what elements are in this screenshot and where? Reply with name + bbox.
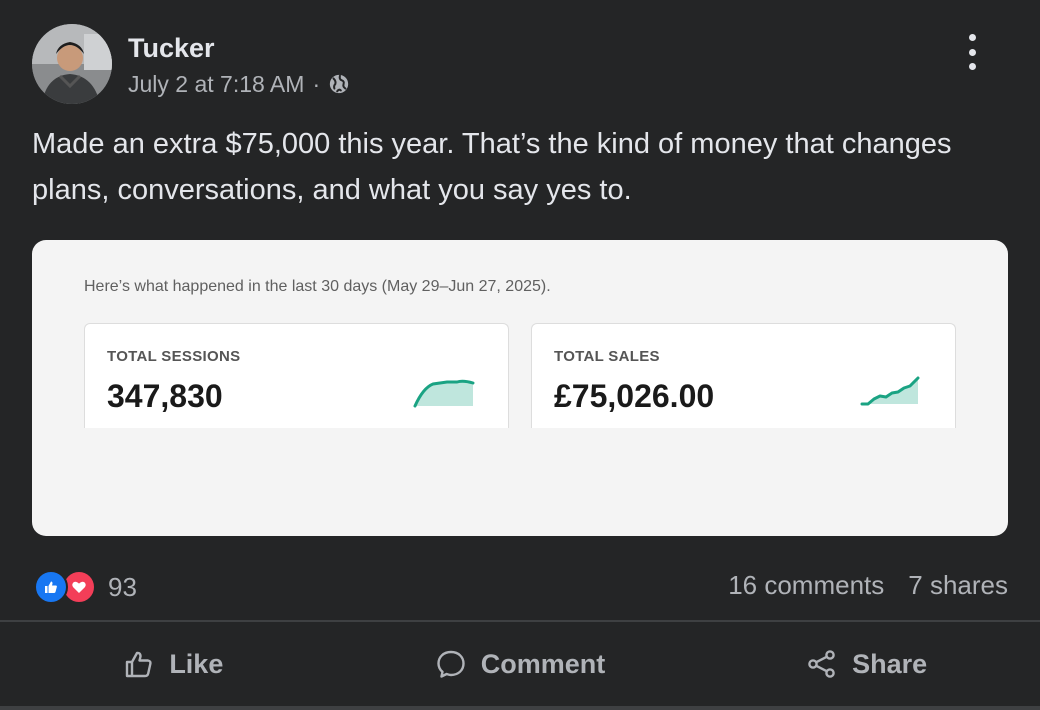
sparkline-area-icon bbox=[860, 376, 920, 406]
like-icon bbox=[34, 570, 68, 604]
share-button[interactable]: Share bbox=[693, 622, 1040, 706]
post-image[interactable]: Here’s what happened in the last 30 days… bbox=[32, 240, 1008, 536]
author-avatar[interactable] bbox=[32, 24, 112, 104]
more-options-dot bbox=[968, 63, 976, 70]
engagement-counts: 16 comments 7 shares bbox=[728, 570, 1008, 601]
comment-button[interactable]: Comment bbox=[347, 622, 694, 706]
card-caption: Here’s what happened in the last 30 days… bbox=[84, 278, 551, 295]
post-meta: July 2 at 7:18 AM · bbox=[128, 70, 350, 98]
stat-card-sales: TOTAL SALES £75,026.00 bbox=[531, 323, 956, 428]
globe-icon bbox=[329, 74, 349, 94]
divider bbox=[0, 706, 1040, 710]
comments-count[interactable]: 16 comments bbox=[728, 570, 884, 601]
shares-count[interactable]: 7 shares bbox=[908, 570, 1008, 601]
post-action-bar: Like Comment Share bbox=[0, 622, 1040, 706]
more-options-button[interactable] bbox=[958, 34, 986, 70]
share-nodes-icon bbox=[808, 650, 835, 678]
comment-button-label: Comment bbox=[480, 648, 606, 679]
like-button-label: Like bbox=[169, 648, 224, 679]
stat-value: 347,830 bbox=[107, 378, 223, 414]
stat-card-sessions: TOTAL SESSIONS 347,830 bbox=[84, 323, 509, 428]
thumbs-up-icon bbox=[126, 651, 152, 678]
like-button[interactable]: Like bbox=[0, 622, 347, 706]
post-text: Made an extra $75,000 this year. That’s … bbox=[32, 128, 952, 206]
sparkline-area-icon bbox=[413, 379, 475, 408]
engagement-summary: 93 16 comments 7 shares bbox=[32, 566, 1008, 606]
author-name[interactable]: Tucker bbox=[128, 33, 215, 64]
reactions-summary[interactable]: 93 bbox=[34, 570, 137, 604]
more-options-dot bbox=[968, 48, 976, 56]
stat-label: TOTAL SALES bbox=[554, 348, 660, 365]
share-button-label: Share bbox=[852, 648, 928, 679]
post-timestamp[interactable]: July 2 at 7:18 AM bbox=[128, 71, 304, 98]
reaction-count: 93 bbox=[108, 571, 137, 602]
more-options-dot bbox=[968, 34, 976, 41]
avatar-photo bbox=[32, 24, 112, 104]
stat-label: TOTAL SESSIONS bbox=[107, 348, 241, 365]
comment-bubble-icon bbox=[437, 650, 465, 678]
stat-value: £75,026.00 bbox=[554, 378, 715, 414]
meta-separator: · bbox=[312, 70, 321, 97]
